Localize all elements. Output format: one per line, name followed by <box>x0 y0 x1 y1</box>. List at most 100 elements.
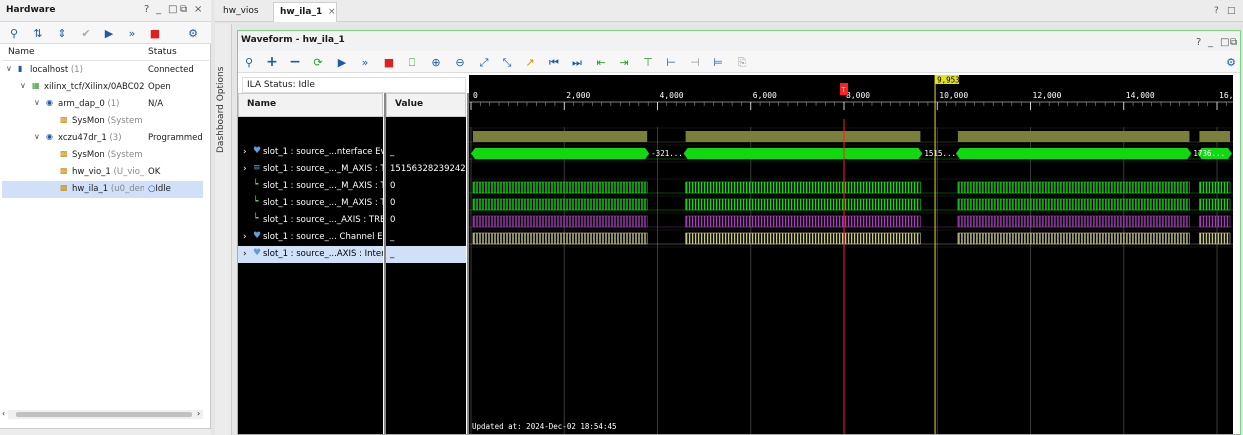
signal-name-row[interactable]: ┕ slot_1 : source_..._AXIS : TREADY <box>238 212 383 229</box>
signal-value-row[interactable]: _ <box>386 246 466 263</box>
next-marker-icon[interactable]: ⊣ <box>685 53 705 71</box>
signal-value: 0 <box>390 215 396 225</box>
go-to-last-time-icon[interactable]: ⏭ <box>567 53 587 71</box>
scroll-left-icon[interactable]: ‹ <box>2 409 5 418</box>
signal-value-row[interactable]: _ <box>386 229 466 246</box>
run-immediate-icon[interactable]: » <box>122 24 142 42</box>
name-column-header[interactable]: Name <box>8 47 35 57</box>
signal-name: slot_1 : source_..._M_AXIS : TVALI <box>263 198 383 208</box>
signal-name-row[interactable]: › ♥slot_1 : source_...AXIS : Interface <box>238 246 383 263</box>
waveform-segment <box>473 131 648 142</box>
stop-icon[interactable]: ■ <box>379 53 399 71</box>
dashboard-options-label[interactable]: Dashboard Options <box>216 60 232 160</box>
ila-status: ILA Status: Idle <box>247 80 315 90</box>
run-trigger-icon[interactable]: ▶ <box>332 53 352 71</box>
run-trigger-icon[interactable]: ▶ <box>99 24 119 42</box>
tab-hw-vios[interactable]: hw_vios <box>217 2 265 22</box>
previous-marker-icon[interactable]: ⊢ <box>661 53 681 71</box>
remove-icon[interactable]: − <box>285 53 305 71</box>
signal-name-row[interactable]: › ♥slot_1 : source_... Channel Even <box>238 229 383 246</box>
snap-to-transition-icon[interactable]: ⎘ <box>732 53 752 71</box>
tab-hw-ila-1[interactable]: hw_ila_1 × <box>273 2 337 22</box>
help-icon[interactable]: ? <box>1214 6 1219 16</box>
tree-node-name: arm_dap_0 (1) <box>58 99 120 109</box>
add-icon[interactable]: + <box>262 53 282 71</box>
close-icon[interactable]: × <box>194 4 202 15</box>
tree-row-4[interactable]: ▩ SysMon (System Mon <box>2 113 203 130</box>
tree-row-8[interactable]: ▩ hw_ila_1 (u0_demo_a ○Idle <box>2 181 203 198</box>
maximize-icon[interactable]: □ <box>1220 37 1229 48</box>
help-icon[interactable]: ? <box>1196 37 1201 48</box>
auto-connect-icon[interactable]: ✔ <box>76 24 96 42</box>
zoom-cursor-icon[interactable]: ⤡ <box>497 53 517 71</box>
next-transition-icon[interactable]: ⇥ <box>614 53 634 71</box>
gear-icon[interactable]: ⚙ <box>1221 53 1241 71</box>
signal-name-row[interactable]: ┕ slot_1 : source_..._M_AXIS : TLAS <box>238 178 383 195</box>
help-icon[interactable]: ? <box>144 4 149 15</box>
chevron-down-icon[interactable]: ∨ <box>34 98 40 107</box>
horizontal-scrollbar[interactable]: ‹ › <box>2 409 203 419</box>
tree-row-7[interactable]: ▩ hw_vio_1 (U_vio_0) OK <box>2 164 203 181</box>
signal-name: slot_1 : source_..._AXIS : TREADY <box>263 215 383 225</box>
zoom-in-icon[interactable]: ⊕ <box>426 53 446 71</box>
collapse-all-icon[interactable]: ⇅ <box>28 24 48 42</box>
waveform-toolbar: ⚲ + − ⟳ ▶ » ■ ⎕ ⊕ ⊖ ⤢ ⤡ ↗ ⏮ ⏭ ⇤ ⇥ ⊤ ⊢ ⊣ … <box>238 51 1240 73</box>
tree-row-2[interactable]: ∨ ▦ xilinx_tcf/Xilinx/0ABC02A (Open <box>2 79 203 96</box>
status-column-header[interactable]: Status <box>148 47 177 57</box>
expand-all-icon[interactable]: ⇕ <box>52 24 72 42</box>
chevron-down-icon[interactable]: ∨ <box>20 81 26 90</box>
export-icon[interactable]: ⎕ <box>402 53 422 71</box>
status-cell: ○Idle <box>148 184 171 194</box>
chevron-down-icon[interactable]: ∨ <box>6 64 12 73</box>
gear-icon[interactable]: ⚙ <box>183 24 203 42</box>
tick-label: 10,000 <box>939 91 968 100</box>
waveform-plot[interactable]: 0 2,000 4,000 6,000 8,000 10,000 12,000 14,000 1… <box>469 75 1243 434</box>
zoom-fit-icon[interactable]: ⤢ <box>474 53 494 71</box>
minimize-icon[interactable]: _ <box>1208 37 1213 48</box>
signal-value-row[interactable]: 1515632823924206C <box>386 161 466 178</box>
maximize-icon[interactable]: □ <box>1227 6 1236 16</box>
search-icon[interactable]: ⚲ <box>4 24 24 42</box>
stop-icon[interactable]: ■ <box>145 24 165 42</box>
scroll-right-icon[interactable]: › <box>197 409 200 418</box>
value-column-header[interactable]: Value <box>386 93 466 117</box>
signal-value-row[interactable]: _ <box>386 144 466 161</box>
chevron-right-icon[interactable]: › <box>243 147 247 157</box>
scrollbar-thumb[interactable] <box>16 412 192 417</box>
chevron-down-icon[interactable]: ∨ <box>34 132 40 141</box>
maximize-icon[interactable]: □ <box>168 4 177 15</box>
signal-name-row[interactable]: ┕ slot_1 : source_..._M_AXIS : TVALI <box>238 195 383 212</box>
go-to-time-zero-icon[interactable]: ⏮ <box>544 53 564 71</box>
signal-name-row[interactable]: › ≡slot_1 : source_..._M_AXIS : TDAT <box>238 161 383 178</box>
zoom-out-icon[interactable]: ⊖ <box>450 53 470 71</box>
tree-row-5[interactable]: ∨ ◉ xczu47dr_1 (3) Programmed <box>2 130 203 147</box>
float-icon[interactable]: ⧉ <box>1230 37 1237 48</box>
tree-row-6[interactable]: ▩ SysMon (System Mor <box>2 147 203 164</box>
run-immediate-icon[interactable]: » <box>355 53 375 71</box>
signal-value-row[interactable]: 0 <box>386 212 466 229</box>
waveform-canvas[interactable]: 0 2,000 4,000 6,000 8,000 10,000 12,000 14,000 1… <box>469 75 1243 434</box>
tree-row-1[interactable]: ∨ ▮ localhost (1) Connected <box>2 62 203 79</box>
auto-retrigger-icon[interactable]: ⟳ <box>308 53 328 71</box>
cursor-label: 9,953 <box>937 76 960 85</box>
tree-row-3[interactable]: ∨ ◉ arm_dap_0 (1) N/A <box>2 96 203 113</box>
chevron-right-icon[interactable]: › <box>243 164 247 174</box>
swap-cursors-icon[interactable]: ⊨ <box>708 53 728 71</box>
signal-value-row[interactable]: 0 <box>386 178 466 195</box>
name-column-header[interactable]: Name <box>238 93 383 117</box>
add-marker-icon[interactable]: ⊤ <box>638 53 658 71</box>
waveform-segment <box>957 198 1190 211</box>
minimize-icon[interactable]: _ <box>156 4 161 15</box>
previous-transition-icon[interactable]: ⇤ <box>591 53 611 71</box>
signal-name-row[interactable]: › ♥slot_1 : source_...nterface Event <box>238 144 383 161</box>
chevron-right-icon[interactable]: › <box>243 249 247 259</box>
hardware-title: Hardware <box>6 5 56 15</box>
updated-timestamp: Updated at: 2024-Dec-02 18:54:45 <box>472 422 617 431</box>
search-icon[interactable]: ⚲ <box>239 53 259 71</box>
chevron-right-icon[interactable]: › <box>243 232 247 242</box>
go-cursor-icon[interactable]: ↗ <box>520 53 540 71</box>
signal-value-row[interactable]: 0 <box>386 195 466 212</box>
float-icon[interactable]: ⧉ <box>180 4 187 15</box>
signal-value: _ <box>390 232 395 242</box>
close-tab-icon[interactable]: × <box>328 7 336 17</box>
